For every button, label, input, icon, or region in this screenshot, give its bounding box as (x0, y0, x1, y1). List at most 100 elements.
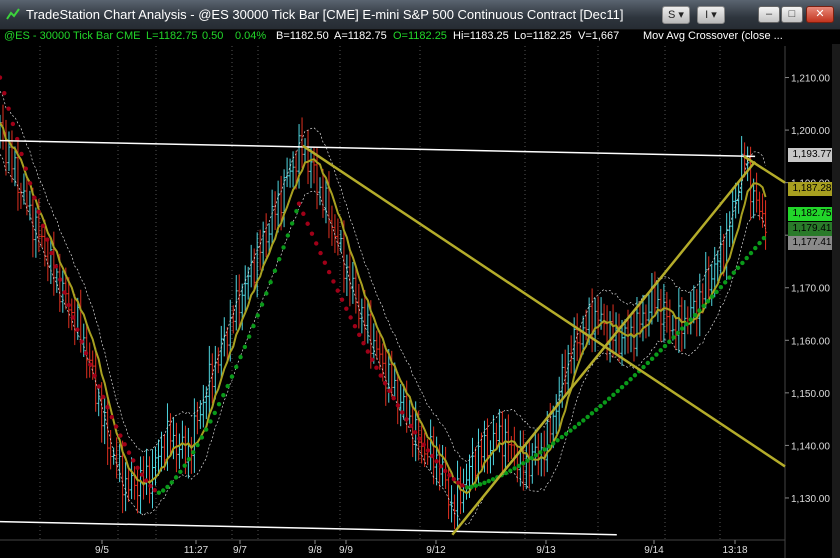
sar-dot (438, 464, 444, 469)
sar-dot (482, 480, 487, 486)
sar-dot (251, 323, 256, 329)
sar-dot (75, 327, 80, 332)
sar-dot (331, 279, 336, 284)
sar-dot (757, 240, 762, 246)
sar-dot (425, 448, 431, 453)
price-tag-label: 1,182.75 (788, 207, 836, 221)
sar-dot (667, 339, 672, 344)
sar-dot (19, 151, 24, 157)
sar-dot (348, 315, 353, 320)
sar-dot (143, 478, 149, 483)
moving-average-line (0, 122, 767, 495)
sar-dot (568, 428, 573, 433)
sar-dot (318, 250, 323, 256)
time-tick-label: 9/13 (536, 545, 556, 556)
sar-dot (339, 297, 345, 302)
sar-dot (216, 402, 222, 407)
sar-dot (36, 209, 41, 215)
sar-dot (374, 365, 379, 370)
sar-dot (208, 419, 213, 424)
sar-dot (434, 459, 439, 464)
sar-dot (619, 384, 625, 390)
sar-dot (382, 381, 388, 386)
sar-dot (100, 394, 106, 400)
sar-dot (671, 335, 676, 340)
time-tick-label: 13:18 (722, 545, 747, 556)
sar-dot (165, 484, 170, 490)
sar-dot (443, 468, 448, 474)
sar-dot (529, 455, 534, 461)
sar-dot (335, 288, 340, 293)
sar-dot (344, 306, 349, 311)
sar-dot (731, 270, 736, 275)
sar-dot (242, 344, 248, 350)
sar-dot (191, 450, 196, 455)
sar-dot (88, 362, 93, 367)
sar-dot (753, 245, 758, 251)
sar-dot (654, 352, 659, 357)
sar-dot (118, 433, 123, 438)
sar-dot (199, 435, 205, 440)
sar-dot (357, 332, 362, 337)
sar-dot (563, 431, 569, 437)
sar-dot (281, 245, 286, 250)
sar-dot (326, 269, 332, 275)
sar-dot (412, 430, 418, 435)
sar-dot (486, 478, 491, 484)
sar-dot (0, 75, 3, 80)
price-chart[interactable]: 1,210.001,200.001,190.001,180.001,170.00… (0, 0, 840, 558)
sar-dot (23, 166, 28, 171)
sar-dot (296, 201, 302, 206)
sar-dot (152, 488, 157, 493)
sar-dot (718, 284, 724, 290)
sar-dot (740, 260, 745, 266)
sar-dot (70, 315, 76, 320)
sar-dot (92, 373, 97, 378)
sar-dot (387, 388, 392, 393)
sar-dot (469, 484, 474, 489)
chart-window: TradeStation Chart Analysis - @ES 30000 … (0, 0, 840, 558)
sar-dot (391, 395, 396, 401)
sar-dot (369, 357, 375, 362)
sar-dot (79, 339, 84, 344)
sar-dot (404, 417, 409, 422)
sar-dot (173, 475, 179, 480)
sar-dot (322, 260, 328, 265)
sar-dot (272, 268, 278, 273)
sar-dot (430, 453, 435, 459)
vertical-scrollbar[interactable] (832, 44, 840, 558)
sar-dot (378, 373, 383, 378)
sar-dot (714, 289, 719, 295)
sar-dot (421, 442, 426, 447)
price-tick-label: 1,150.00 (791, 389, 830, 400)
time-tick-label: 9/8 (308, 545, 322, 556)
sar-dot (680, 326, 685, 331)
sar-dot (761, 235, 767, 241)
time-tick-label: 11:27 (184, 545, 209, 556)
sar-dot (268, 279, 273, 285)
sar-dot (264, 291, 269, 296)
sar-dot (225, 383, 230, 389)
sar-dot (352, 324, 358, 329)
sar-dot (735, 265, 741, 271)
sar-dot (160, 488, 166, 493)
sar-dot (710, 294, 715, 299)
sar-dot (645, 360, 651, 366)
sar-dot (285, 233, 291, 238)
sar-dot (641, 364, 646, 370)
sar-dot (277, 256, 282, 262)
sar-dot (533, 453, 539, 458)
sar-dot (611, 392, 616, 398)
sar-dot (365, 349, 371, 354)
sar-dot (400, 410, 405, 415)
sar-dot (697, 308, 702, 313)
sar-dot (417, 436, 422, 441)
sar-dot (135, 465, 140, 470)
sar-dot (594, 407, 599, 412)
sar-dot (408, 423, 414, 429)
sar-dot (447, 473, 452, 478)
sar-dot (83, 351, 89, 356)
sar-dot (182, 463, 187, 468)
price-tick-label: 1,140.00 (791, 441, 830, 452)
sar-dot (186, 456, 192, 462)
